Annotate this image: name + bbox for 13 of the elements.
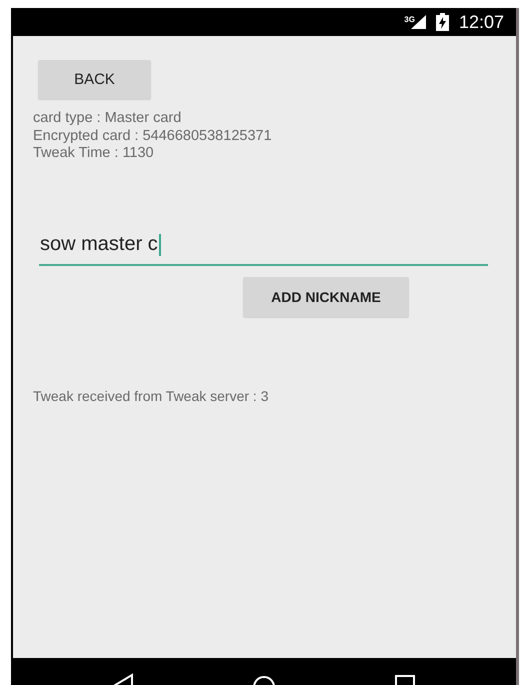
text-cursor bbox=[158, 234, 161, 256]
recents-icon[interactable] bbox=[394, 673, 418, 685]
back-button[interactable]: BACK bbox=[38, 60, 151, 99]
battery-icon bbox=[436, 13, 449, 31]
clock-time: 12:07 bbox=[458, 12, 504, 32]
info-text: Encrypted card : 5446680538125371 bbox=[33, 128, 273, 145]
add-nickname-button[interactable]: ADD NICKNAME bbox=[243, 276, 409, 316]
status-message: Tweak received from Tweak server : 3 bbox=[33, 388, 270, 404]
nickname-field[interactable]: sow master c bbox=[39, 232, 488, 266]
network-type: 3G bbox=[404, 15, 415, 24]
info-text: Tweak Time : 1130 bbox=[33, 145, 155, 162]
home-icon[interactable] bbox=[252, 673, 276, 685]
info-text: card type : Master card bbox=[33, 110, 182, 128]
